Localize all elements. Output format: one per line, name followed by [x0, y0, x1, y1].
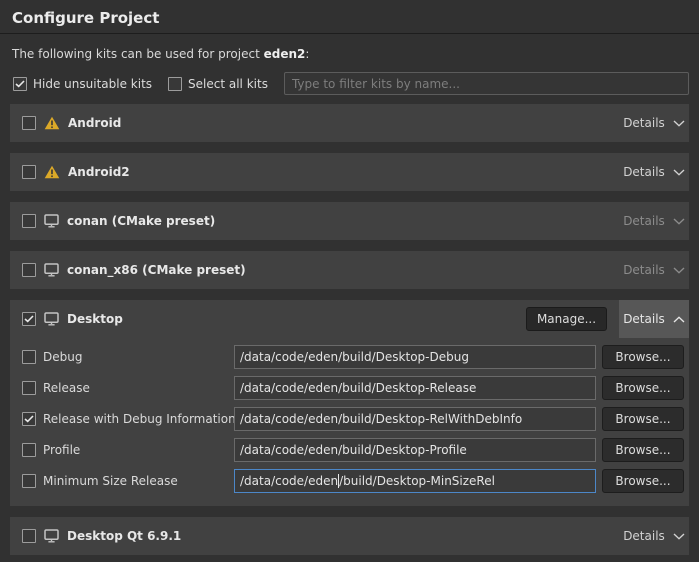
config-label: Release with Debug Information: [43, 412, 236, 426]
kit-header: Android2 Details: [10, 153, 689, 191]
desktop-icon: [44, 214, 59, 228]
config-row: Profile /data/code/eden/build/Desktop-Pr…: [22, 437, 684, 463]
kit-name: Android2: [68, 165, 130, 179]
config-checkbox[interactable]: [22, 381, 36, 395]
select-all-group: Select all kits: [168, 77, 268, 91]
config-label: Minimum Size Release: [43, 474, 178, 488]
browse-button[interactable]: Browse...: [602, 376, 684, 400]
browse-button[interactable]: Browse...: [602, 438, 684, 462]
browse-button[interactable]: Browse...: [602, 469, 684, 493]
kit-checkbox[interactable]: [22, 214, 36, 228]
kit-list: Android Details Android2 Details: [10, 104, 689, 555]
kit-name: Desktop: [67, 312, 123, 326]
page-title: Configure Project: [0, 0, 699, 33]
details-toggle: Details: [619, 202, 689, 240]
build-dir-input[interactable]: /data/code/eden/build/Desktop-Release: [234, 376, 596, 400]
chevron-up-icon: [673, 316, 685, 323]
kit-name: conan_x86 (CMake preset): [67, 263, 246, 277]
kit-checkbox[interactable]: [22, 263, 36, 277]
build-dir-input[interactable]: /data/code/eden/build/Desktop-Debug: [234, 345, 596, 369]
kit-row: conan (CMake preset) Details: [10, 202, 689, 240]
desktop-icon: [44, 529, 59, 543]
kit-header: conan (CMake preset) Details: [10, 202, 689, 240]
desktop-icon: [44, 263, 59, 277]
config-left: Release: [22, 381, 234, 395]
config-row: Release /data/code/eden/build/Desktop-Re…: [22, 375, 684, 401]
intro-prefix: The following kits can be used for proje…: [12, 47, 264, 61]
details-toggle[interactable]: Details: [619, 517, 689, 555]
config-row: Minimum Size Release /data/code/eden/bui…: [22, 468, 684, 494]
chevron-down-icon: [673, 169, 685, 176]
config-checkbox[interactable]: [22, 412, 36, 426]
filter-bar: Hide unsuitable kits Select all kits: [13, 72, 689, 95]
build-dir-input[interactable]: /data/code/eden/build/Desktop-MinSizeRel: [234, 469, 596, 493]
build-dir-input[interactable]: /data/code/eden/build/Desktop-RelWithDeb…: [234, 407, 596, 431]
kit-name: Android: [68, 116, 121, 130]
config-left: Minimum Size Release: [22, 474, 234, 488]
config-row: Debug /data/code/eden/build/Desktop-Debu…: [22, 344, 684, 370]
details-label: Details: [623, 214, 665, 228]
chevron-down-icon: [673, 533, 685, 540]
config-left: Debug: [22, 350, 234, 364]
config-checkbox[interactable]: [22, 474, 36, 488]
config-left: Profile: [22, 443, 234, 457]
details-label: Details: [623, 529, 665, 543]
kit-details-panel: Debug /data/code/eden/build/Desktop-Debu…: [10, 338, 689, 506]
config-checkbox[interactable]: [22, 443, 36, 457]
kit-header: Desktop Qt 6.9.1 Details: [10, 517, 689, 555]
chevron-down-icon: [673, 120, 685, 127]
kit-row: Desktop Qt 6.9.1 Details: [10, 517, 689, 555]
check-icon: [15, 80, 25, 88]
hide-unsuitable-label: Hide unsuitable kits: [33, 77, 152, 91]
intro-suffix: :: [305, 47, 309, 61]
check-icon: [24, 415, 34, 423]
details-label: Details: [623, 263, 665, 277]
config-label: Release: [43, 381, 90, 395]
select-all-label: Select all kits: [188, 77, 268, 91]
browse-button[interactable]: Browse...: [602, 345, 684, 369]
hide-unsuitable-checkbox[interactable]: [13, 77, 27, 91]
details-label: Details: [623, 116, 665, 130]
config-label: Debug: [43, 350, 82, 364]
kit-checkbox[interactable]: [22, 165, 36, 179]
config-label: Profile: [43, 443, 80, 457]
details-toggle[interactable]: Details: [619, 300, 689, 338]
details-label: Details: [623, 312, 665, 326]
title-separator: [0, 33, 699, 34]
browse-button[interactable]: Browse...: [602, 407, 684, 431]
check-icon: [24, 315, 34, 323]
kit-checkbox[interactable]: [22, 312, 36, 326]
desktop-icon: [44, 312, 59, 326]
build-dir-input[interactable]: /data/code/eden/build/Desktop-Profile: [234, 438, 596, 462]
details-toggle[interactable]: Details: [619, 153, 689, 191]
kit-header: Android Details: [10, 104, 689, 142]
kit-row: conan_x86 (CMake preset) Details: [10, 251, 689, 289]
project-name: eden2: [264, 47, 306, 61]
kit-name: conan (CMake preset): [67, 214, 215, 228]
intro-text: The following kits can be used for proje…: [12, 47, 687, 61]
kit-checkbox[interactable]: [22, 529, 36, 543]
chevron-down-icon: [673, 267, 685, 274]
kit-header: Desktop Manage... Details: [10, 300, 689, 338]
kit-checkbox[interactable]: [22, 116, 36, 130]
config-checkbox[interactable]: [22, 350, 36, 364]
kit-row: Desktop Manage... Details Debug /data/co…: [10, 300, 689, 506]
warning-icon: [44, 165, 60, 179]
config-row: Release with Debug Information /data/cod…: [22, 406, 684, 432]
details-toggle: Details: [619, 251, 689, 289]
kit-row: Android2 Details: [10, 153, 689, 191]
config-left: Release with Debug Information: [22, 412, 234, 426]
manage-button[interactable]: Manage...: [526, 307, 607, 331]
chevron-down-icon: [673, 218, 685, 225]
kit-filter-input[interactable]: [284, 72, 689, 95]
kit-name: Desktop Qt 6.9.1: [67, 529, 181, 543]
select-all-checkbox[interactable]: [168, 77, 182, 91]
kit-header: conan_x86 (CMake preset) Details: [10, 251, 689, 289]
hide-unsuitable-group: Hide unsuitable kits: [13, 77, 152, 91]
kit-row: Android Details: [10, 104, 689, 142]
details-label: Details: [623, 165, 665, 179]
details-toggle[interactable]: Details: [619, 104, 689, 142]
warning-icon: [44, 116, 60, 130]
